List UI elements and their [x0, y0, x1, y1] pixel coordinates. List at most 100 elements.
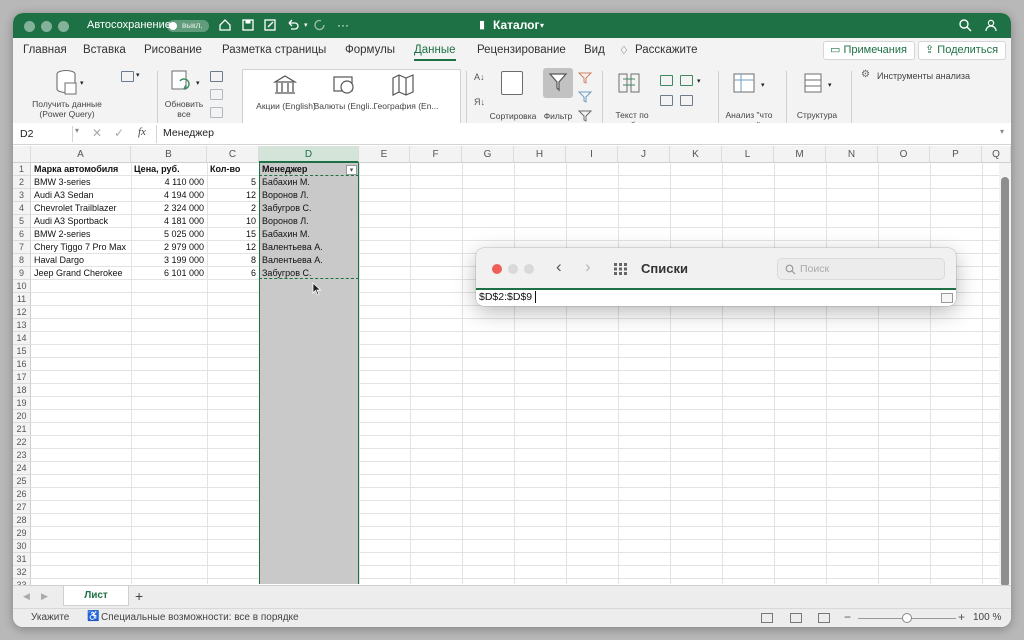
cell-price[interactable]: 4 110 000	[132, 176, 206, 189]
validation-dropdown-icon[interactable]: ▾	[697, 77, 701, 85]
column-header-b[interactable]: B	[131, 146, 207, 163]
geography-button[interactable]: География (En...	[369, 101, 443, 111]
cell-brand[interactable]: BMW 3-series	[32, 176, 130, 189]
row-header[interactable]: 24	[13, 462, 31, 475]
column-header-j[interactable]: J	[618, 146, 670, 163]
zoom-slider-handle[interactable]	[902, 613, 912, 623]
cell-qty[interactable]: 12	[208, 241, 258, 254]
row-header[interactable]: 16	[13, 358, 31, 371]
header-cell-brand[interactable]: Марка автомобиля	[32, 163, 130, 176]
row-header[interactable]: 15	[13, 345, 31, 358]
insert-function-button[interactable]: fx	[138, 126, 146, 138]
properties-icon[interactable]	[210, 89, 223, 100]
column-header-g[interactable]: G	[462, 146, 514, 163]
filter-button[interactable]: Фильтр	[535, 111, 581, 121]
reapply-icon[interactable]	[578, 90, 592, 104]
zoom-out-button[interactable]: −	[844, 610, 851, 624]
add-sheet-button[interactable]: +	[135, 588, 143, 604]
undo-dropdown-icon[interactable]: ▾	[304, 13, 308, 38]
cell-price[interactable]: 2 979 000	[132, 241, 206, 254]
autosave-toggle[interactable]: выкл.	[167, 20, 209, 32]
advanced-filter-icon[interactable]	[578, 109, 592, 123]
column-header-c[interactable]: C	[207, 146, 259, 163]
row-header[interactable]: 11	[13, 293, 31, 306]
expand-formula-icon[interactable]: ▾	[1000, 127, 1004, 136]
dialog-search-field[interactable]: Поиск	[777, 258, 945, 280]
cell-qty[interactable]: 6	[208, 267, 258, 280]
prev-sheet-icon[interactable]: ◀	[23, 591, 30, 602]
column-header-o[interactable]: O	[878, 146, 930, 163]
row-header[interactable]: 13	[13, 319, 31, 332]
cancel-entry-icon[interactable]: ✕	[92, 126, 102, 140]
row-header[interactable]: 3	[13, 189, 31, 202]
save-as-icon[interactable]	[263, 18, 277, 32]
confirm-entry-icon[interactable]: ✓	[114, 126, 124, 140]
column-header-q[interactable]: Q	[982, 146, 1011, 163]
redo-icon[interactable]	[313, 18, 327, 32]
dialog-minimize-button[interactable]	[508, 264, 518, 274]
cell-brand[interactable]: Jeep Grand Cherokee	[32, 267, 130, 280]
tab-insert[interactable]: Вставка	[83, 44, 126, 56]
cell-qty[interactable]: 8	[208, 254, 258, 267]
cell-brand[interactable]: Audi A3 Sedan	[32, 189, 130, 202]
sort-az-icon[interactable]: A↓	[474, 72, 485, 82]
tab-data[interactable]: Данные	[414, 44, 456, 61]
dialog-zoom-button[interactable]	[524, 264, 534, 274]
queries-icon[interactable]	[210, 71, 223, 82]
range-input-field[interactable]: $D$2:$D$9	[476, 288, 956, 306]
row-header[interactable]: 21	[13, 423, 31, 436]
page-layout-view-icon[interactable]	[790, 613, 802, 623]
column-header-i[interactable]: I	[566, 146, 618, 163]
cell-qty[interactable]: 5	[208, 176, 258, 189]
column-header-p[interactable]: P	[930, 146, 982, 163]
collapse-dialog-icon[interactable]	[941, 293, 953, 303]
next-sheet-icon[interactable]: ▶	[41, 591, 48, 602]
save-icon[interactable]	[241, 18, 255, 32]
row-header[interactable]: 4	[13, 202, 31, 215]
row-header[interactable]: 17	[13, 371, 31, 384]
row-header[interactable]: 28	[13, 514, 31, 527]
tab-draw[interactable]: Рисование	[144, 44, 202, 56]
analysis-tools-button[interactable]: Инструменты анализа	[877, 71, 970, 81]
search-icon[interactable]	[958, 18, 972, 32]
row-header[interactable]: 32	[13, 566, 31, 579]
cell-price[interactable]: 2 324 000	[132, 202, 206, 215]
row-header[interactable]: 19	[13, 397, 31, 410]
data-validation-icon[interactable]	[680, 75, 693, 86]
cell-brand[interactable]: Haval Dargo	[32, 254, 130, 267]
row-header[interactable]: 29	[13, 527, 31, 540]
row-header[interactable]: 10	[13, 280, 31, 293]
page-break-view-icon[interactable]	[818, 613, 830, 623]
row-header[interactable]: 27	[13, 501, 31, 514]
normal-view-icon[interactable]	[761, 613, 773, 623]
cell-brand[interactable]: Audi A3 Sportback	[32, 215, 130, 228]
title-chevron-icon[interactable]: ▾	[540, 13, 544, 38]
cell-qty[interactable]: 15	[208, 228, 258, 241]
tab-page-layout[interactable]: Разметка страницы	[222, 44, 326, 56]
outline-dropdown-icon[interactable]: ▾	[828, 81, 832, 89]
more-commands-icon[interactable]: ···	[337, 13, 349, 38]
get-data-button[interactable]: Получить данные (Power Query)	[19, 99, 115, 119]
forward-icon[interactable]: ›	[585, 257, 591, 277]
cell-price[interactable]: 3 199 000	[132, 254, 206, 267]
row-header[interactable]: 6	[13, 228, 31, 241]
row-header[interactable]: 31	[13, 553, 31, 566]
column-header-h[interactable]: H	[514, 146, 566, 163]
row-header[interactable]: 12	[13, 306, 31, 319]
range-input-value[interactable]: $D$2:$D$9	[479, 291, 532, 303]
row-header[interactable]: 8	[13, 254, 31, 267]
dialog-close-button[interactable]	[492, 264, 502, 274]
column-header-m[interactable]: M	[774, 146, 826, 163]
connections-dropdown-icon[interactable]: ▾	[136, 71, 140, 79]
row-header[interactable]: 9	[13, 267, 31, 280]
column-header-k[interactable]: K	[670, 146, 722, 163]
existing-connections-icon[interactable]	[121, 71, 134, 82]
cell-price[interactable]: 6 101 000	[132, 267, 206, 280]
cell-brand[interactable]: Chery Tiggo 7 Pro Max	[32, 241, 130, 254]
cell-price[interactable]: 4 181 000	[132, 215, 206, 228]
row-header[interactable]: 1	[13, 163, 31, 176]
row-header[interactable]: 18	[13, 384, 31, 397]
home-icon[interactable]	[218, 18, 232, 32]
name-box[interactable]: D2	[16, 126, 73, 142]
window-zoom-button[interactable]	[58, 21, 69, 32]
